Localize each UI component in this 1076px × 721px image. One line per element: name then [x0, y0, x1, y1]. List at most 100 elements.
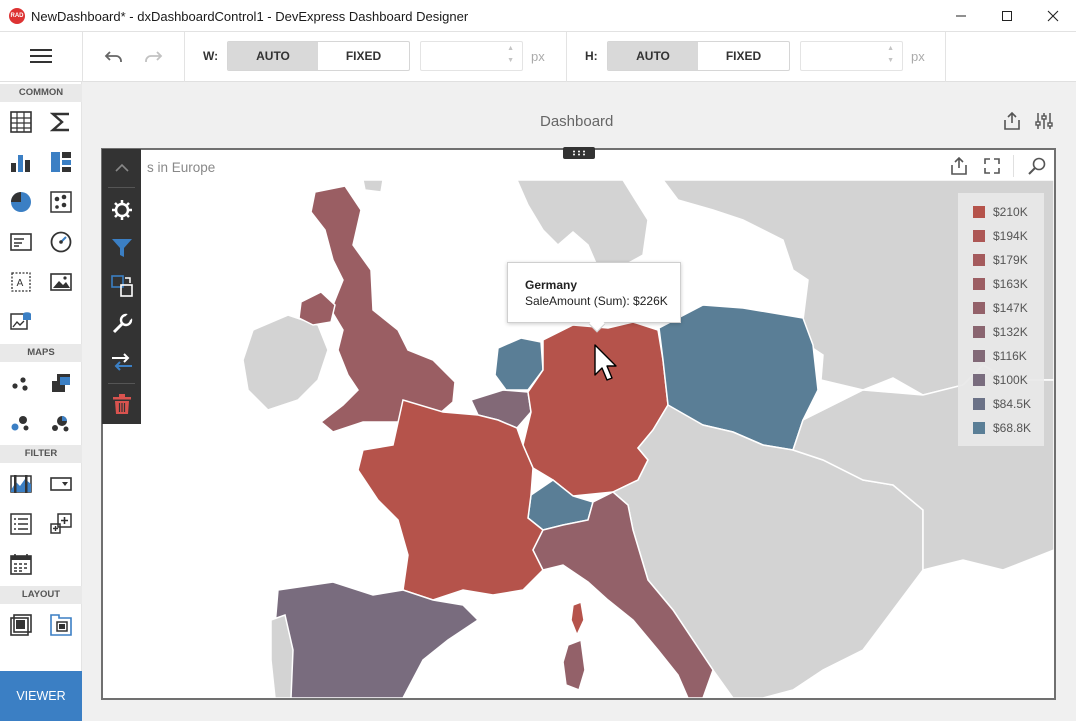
text-box-item-button[interactable]: A	[9, 270, 33, 294]
pie-chart-icon	[11, 192, 31, 212]
choropleth-map-button[interactable]	[49, 371, 73, 395]
initial-extent-button[interactable]	[1027, 156, 1047, 176]
item-options-button[interactable]	[102, 309, 141, 339]
zoom-icon	[1028, 157, 1046, 175]
range-filter-button[interactable]	[9, 472, 33, 496]
hamburger-icon	[30, 49, 52, 63]
legend-label: $194K	[993, 229, 1028, 243]
europe-map[interactable]	[103, 150, 1054, 698]
sliders-icon	[1035, 113, 1053, 129]
spin-down-icon[interactable]: ▼	[887, 57, 894, 64]
date-filter-button[interactable]	[9, 552, 33, 576]
toolbox-sidebar: COMMON A MAPS FILTER LAYOUT VIEWER	[0, 82, 82, 721]
pie-item-button[interactable]	[9, 190, 33, 214]
scatter-item-button[interactable]	[49, 190, 73, 214]
map-legend: $210K $194K $179K $163K $147K $132K $116K $100K…	[958, 193, 1044, 446]
chevron-up-icon	[114, 163, 129, 172]
legend-item: $147K	[973, 301, 1028, 315]
legend-swatch	[973, 374, 985, 386]
grid-item-button[interactable]	[9, 110, 33, 134]
toolbar: W: AUTO FIXED ▲ ▼ px H: AUTO FIXED ▲ ▼ p…	[0, 32, 1076, 82]
geo-point-map-button[interactable]	[9, 371, 33, 395]
map-tooltip: Germany SaleAmount (Sum): $226K	[507, 262, 681, 333]
export-icon	[1004, 111, 1020, 130]
map-region-scandinavia	[515, 179, 649, 271]
minimize-button[interactable]	[938, 0, 984, 32]
legend-label: $100K	[993, 373, 1028, 387]
spin-up-icon[interactable]: ▲	[507, 45, 514, 52]
geo-point-map-icon	[12, 377, 28, 391]
legend-label: $210K	[993, 205, 1028, 219]
width-fixed-button[interactable]: FIXED	[318, 42, 409, 70]
tooltip-country: Germany	[525, 278, 578, 292]
list-box-button[interactable]	[9, 512, 33, 536]
height-label: H:	[585, 49, 598, 63]
spin-down-icon[interactable]: ▼	[507, 57, 514, 64]
gauge-icon	[50, 231, 72, 253]
scatter-icon	[50, 191, 72, 213]
delete-item-button[interactable]	[102, 389, 141, 419]
viewer-button[interactable]: VIEWER	[0, 671, 82, 721]
height-input[interactable]: ▲ ▼	[800, 41, 903, 71]
width-mode-toggle: AUTO FIXED	[227, 41, 410, 71]
sigma-icon	[50, 112, 69, 132]
map-region-ireland	[242, 314, 329, 411]
combo-box-button[interactable]	[49, 472, 73, 496]
pivot-sum-item-button[interactable]	[49, 110, 73, 134]
collapse-toolbar-button[interactable]	[102, 153, 141, 183]
tab-container-icon	[50, 614, 72, 636]
treemap-item-button[interactable]	[49, 150, 73, 174]
map-region-france	[357, 399, 544, 601]
group-button[interactable]	[9, 613, 33, 637]
window-title: NewDashboard* - dxDashboardControl1 - De…	[31, 9, 469, 24]
tab-container-button[interactable]	[49, 613, 73, 637]
height-fixed-button[interactable]: FIXED	[698, 42, 789, 70]
wrench-icon	[112, 313, 133, 334]
legend-item: $163K	[973, 277, 1028, 291]
redo-icon	[145, 51, 163, 62]
convert-item-button[interactable]	[102, 271, 141, 301]
item-filter-button[interactable]	[102, 233, 141, 263]
section-filter: FILTER	[0, 445, 82, 463]
maximize-button[interactable]	[984, 0, 1030, 32]
spin-up-icon[interactable]: ▲	[887, 45, 894, 52]
bar-chart-icon	[11, 155, 30, 172]
mouse-cursor-icon	[594, 344, 617, 381]
legend-item: $116K	[973, 349, 1027, 363]
legend-swatch	[973, 230, 985, 242]
map-item-caption: s in Europe	[147, 160, 216, 175]
redo-button[interactable]	[143, 47, 163, 67]
image-item-button[interactable]	[49, 270, 73, 294]
height-auto-button[interactable]: AUTO	[608, 42, 698, 70]
section-common: COMMON	[0, 84, 82, 102]
card-item-button[interactable]	[9, 230, 33, 254]
parameters-button[interactable]	[1034, 111, 1054, 131]
group-icon	[10, 614, 32, 636]
bound-image-item-button[interactable]	[9, 309, 33, 333]
app-icon: RAD	[9, 8, 25, 24]
bubble-map-button[interactable]	[9, 411, 33, 435]
item-settings-button[interactable]	[102, 195, 141, 225]
move-item-grip[interactable]	[563, 147, 595, 159]
legend-swatch	[973, 302, 985, 314]
export-dashboard-button[interactable]	[1002, 111, 1022, 131]
pie-map-button[interactable]	[49, 411, 73, 435]
arrows-swap-icon	[111, 353, 132, 371]
legend-item: $179K	[973, 253, 1028, 267]
section-maps: MAPS	[0, 344, 82, 362]
maximize-icon	[1002, 11, 1012, 21]
legend-swatch	[973, 398, 985, 410]
chart-item-button[interactable]	[9, 150, 33, 174]
maximize-item-button[interactable]	[982, 156, 1002, 176]
interactivity-button[interactable]	[102, 347, 141, 377]
hamburger-menu-button[interactable]	[30, 47, 52, 65]
export-item-button[interactable]	[949, 156, 969, 176]
combo-box-icon	[50, 477, 72, 491]
tree-view-button[interactable]	[49, 512, 73, 536]
close-button[interactable]	[1030, 0, 1076, 32]
width-input[interactable]: ▲ ▼	[420, 41, 523, 71]
undo-button[interactable]	[104, 47, 124, 67]
width-auto-button[interactable]: AUTO	[228, 42, 318, 70]
gauge-item-button[interactable]	[49, 230, 73, 254]
export-icon	[951, 156, 967, 175]
